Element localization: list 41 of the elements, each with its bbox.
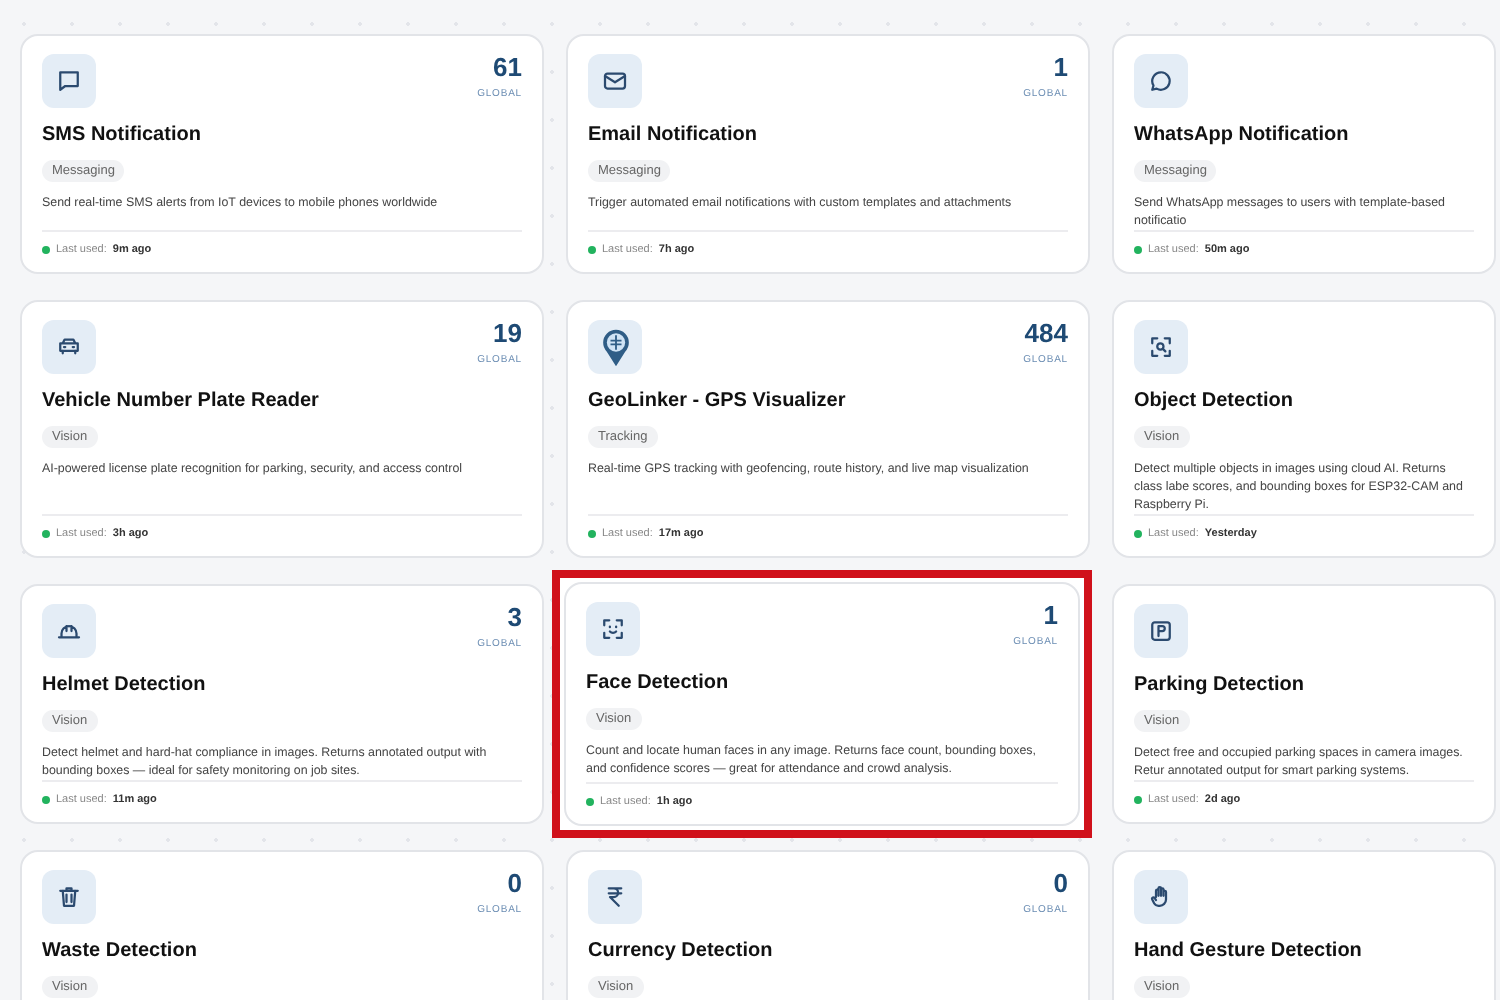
usage-count: 1 [1043, 602, 1058, 630]
card-title: Hand Gesture Detection [1134, 940, 1364, 962]
usage-count: 0 [507, 870, 522, 898]
parking-icon [1134, 604, 1188, 658]
card-title: Email Notification [588, 124, 759, 146]
face-scan-icon [586, 602, 640, 656]
helmet-icon [42, 604, 96, 658]
location-pin-icon [588, 320, 642, 374]
status-dot [588, 530, 596, 538]
scan-icon [1134, 320, 1188, 374]
card-title: SMS Notification [42, 124, 203, 146]
card-title: WhatsApp Notification [1134, 124, 1351, 146]
usage-count: 19 [493, 320, 522, 348]
card-title: GeoLinker - GPS Visualizer [588, 390, 848, 412]
status-dot [42, 796, 50, 804]
status-dot [588, 246, 596, 254]
hand-icon [1134, 870, 1188, 924]
card-title: Parking Detection [1134, 674, 1307, 696]
usage-count: 1 [1053, 54, 1068, 82]
status-dot [42, 246, 50, 254]
usage-count: 3 [507, 604, 522, 632]
status-dot [586, 798, 594, 806]
card-title: Vehicle Number Plate Reader [42, 390, 321, 412]
card-title: Object Detection [1134, 390, 1295, 412]
status-dot [1134, 246, 1142, 254]
card-title: Currency Detection [588, 940, 775, 962]
rupee-icon [588, 870, 642, 924]
card-title: Waste Detection [42, 940, 199, 962]
status-dot [1134, 530, 1142, 538]
trash-icon [42, 870, 96, 924]
card-title: Helmet Detection [42, 674, 208, 696]
status-dot [42, 530, 50, 538]
usage-count: 484 [1024, 320, 1068, 348]
speech-bubble-icon [1134, 54, 1188, 108]
chat-icon [42, 54, 96, 108]
envelope-icon [588, 54, 642, 108]
status-dot [1134, 796, 1142, 804]
car-icon [42, 320, 96, 374]
card-title: Face Detection [586, 672, 731, 694]
usage-count: 61 [493, 54, 522, 82]
usage-count: 0 [1053, 870, 1068, 898]
